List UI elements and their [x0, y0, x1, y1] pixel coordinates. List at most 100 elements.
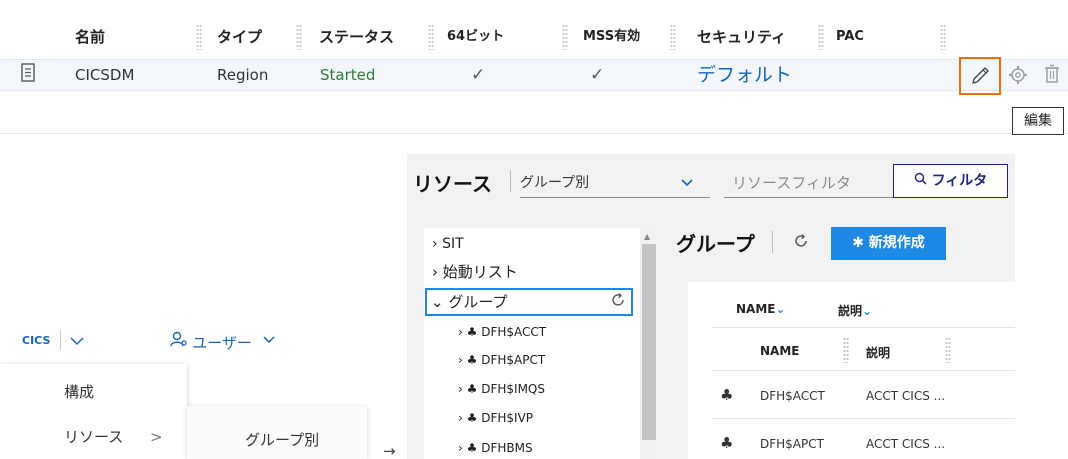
tree-child-label: DFH$APCT [481, 353, 546, 367]
edit-tooltip: 編集 [1012, 107, 1064, 135]
tree-child-label: DFH$IVP [481, 411, 534, 425]
col-header-security[interactable]: セキュリティ [697, 22, 786, 52]
tree-item-group[interactable]: ⌄ グループ [431, 290, 507, 314]
edit-button[interactable] [959, 57, 1001, 95]
column-resize-handle[interactable] [940, 24, 946, 50]
chevron-right-icon: › [458, 325, 463, 339]
user-menu[interactable]: ユーザー [170, 330, 276, 352]
filter-button[interactable]: フィルタ [893, 164, 1008, 198]
tree-item-label: グループ [448, 293, 508, 311]
menu-item-configuration[interactable]: 構成 [64, 379, 94, 405]
tree-child-dfhapct[interactable]: › ♣ DFH$APCT [458, 348, 545, 372]
new-button-label: 新規作成 [868, 235, 925, 251]
col-header-pac[interactable]: PAC [836, 22, 864, 52]
column-resize-handle[interactable] [818, 24, 824, 50]
chevron-right-icon: › [432, 236, 438, 252]
scrollbar-thumb[interactable] [642, 244, 656, 440]
row-description: ACCT CICS ... [866, 389, 946, 403]
trash-icon[interactable] [1043, 64, 1061, 88]
mss-check-icon: ✓ [590, 65, 605, 85]
group-icon: ♣ [466, 353, 478, 367]
asterisk-icon: ✱ [852, 235, 864, 251]
document-icon [21, 63, 35, 87]
chevron-right-icon: › [458, 353, 463, 367]
group-icon: ♣ [720, 386, 734, 404]
sort-label: NAME [736, 302, 776, 316]
chevron-right-icon: › [458, 382, 463, 396]
tree-item-sit[interactable]: › SIT [432, 232, 464, 256]
table-row[interactable] [0, 59, 1068, 91]
tree-item-startup-list[interactable]: › 始動リスト [432, 260, 518, 284]
column-resize-handle[interactable] [196, 24, 202, 50]
chevron-right-icon: › [458, 411, 463, 425]
region-name[interactable]: CICSDM [75, 59, 134, 91]
tree-child-dfhivp[interactable]: › ♣ DFH$IVP [458, 406, 533, 430]
chevron-down-icon[interactable] [69, 330, 85, 352]
tree-item-label: 始動リスト [442, 263, 518, 281]
chevron-right-icon: > [150, 428, 163, 446]
submenu-item-by-group[interactable]: グループ別 [245, 427, 319, 453]
divider [510, 170, 511, 192]
filter-placeholder: リソースフィルタ [732, 174, 851, 192]
divider [712, 418, 1015, 419]
col-header-64bit[interactable]: 64ビット [447, 22, 504, 52]
divider [772, 231, 773, 253]
column-resize-handle[interactable] [843, 337, 849, 363]
tree-child-dfhacct[interactable]: › ♣ DFH$ACCT [458, 320, 546, 344]
group-icon: ♣ [466, 441, 478, 455]
64bit-check-icon: ✓ [471, 65, 486, 85]
col-header-type[interactable]: タイプ [217, 22, 262, 52]
col-header-mss[interactable]: MSS有効 [583, 22, 640, 52]
sort-name[interactable]: NAME⌄ [736, 302, 786, 316]
tree-child-dfhbms[interactable]: › ♣ DFHBMS [458, 436, 533, 459]
column-resize-handle[interactable] [670, 24, 676, 50]
chevron-right-icon: › [458, 441, 463, 455]
chevron-down-icon [262, 332, 276, 354]
col-header-status[interactable]: ステータス [319, 22, 394, 52]
row-name[interactable]: DFH$APCT [760, 437, 824, 451]
app-name[interactable]: CICS [22, 330, 50, 352]
group-icon: ♣ [466, 382, 478, 396]
tree-item-label: SIT [442, 236, 464, 252]
new-button[interactable]: ✱ 新規作成 [831, 227, 946, 260]
refresh-icon[interactable] [793, 233, 809, 253]
col-header-name[interactable]: NAME [760, 344, 799, 358]
chevron-down-icon: ⌄ [431, 293, 444, 311]
menu-item-resources[interactable]: リソース [64, 424, 123, 450]
resource-filter-input[interactable]: リソースフィルタ [724, 168, 894, 198]
user-label: ユーザー [192, 334, 252, 352]
chevron-down-icon [680, 177, 694, 193]
row-description: ACCT CICS ... [866, 437, 946, 451]
group-icon: ♣ [466, 325, 478, 339]
tree-child-label: DFH$IMQS [481, 382, 545, 396]
arrow-right-icon: → [383, 442, 396, 459]
group-icon: ♣ [720, 434, 734, 452]
col-header-description[interactable]: 説明 [866, 344, 890, 361]
column-resize-handle[interactable] [428, 24, 434, 50]
col-header-name[interactable]: 名前 [75, 22, 105, 52]
refresh-icon[interactable] [610, 292, 626, 312]
column-resize-handle[interactable] [562, 24, 568, 50]
column-resize-handle[interactable] [296, 24, 302, 50]
table-divider [0, 133, 1068, 134]
group-title: グループ [676, 232, 755, 256]
group-icon: ♣ [466, 411, 478, 425]
group-select[interactable]: グループ別 [520, 168, 710, 198]
sort-description[interactable]: 説明⌄ [838, 302, 872, 319]
scroll-up-icon[interactable]: ▲ [644, 232, 650, 241]
security-link[interactable]: デフォルト [697, 59, 792, 91]
column-resize-handle[interactable] [945, 337, 951, 363]
row-name[interactable]: DFH$ACCT [760, 389, 825, 403]
tree-child-dfhimqs[interactable]: › ♣ DFH$IMQS [458, 377, 545, 401]
tree-child-label: DFHBMS [481, 441, 533, 455]
divider [60, 330, 61, 350]
divider [712, 370, 1015, 371]
tree-child-label: DFH$ACCT [481, 325, 547, 339]
sort-label: 説明 [838, 304, 863, 318]
region-type: Region [217, 66, 269, 84]
gear-icon[interactable] [1008, 65, 1028, 89]
filter-button-label: フィルタ [931, 173, 988, 189]
search-icon [914, 165, 927, 197]
status-badge: Started [320, 66, 376, 84]
page-title: リソース [413, 172, 492, 196]
